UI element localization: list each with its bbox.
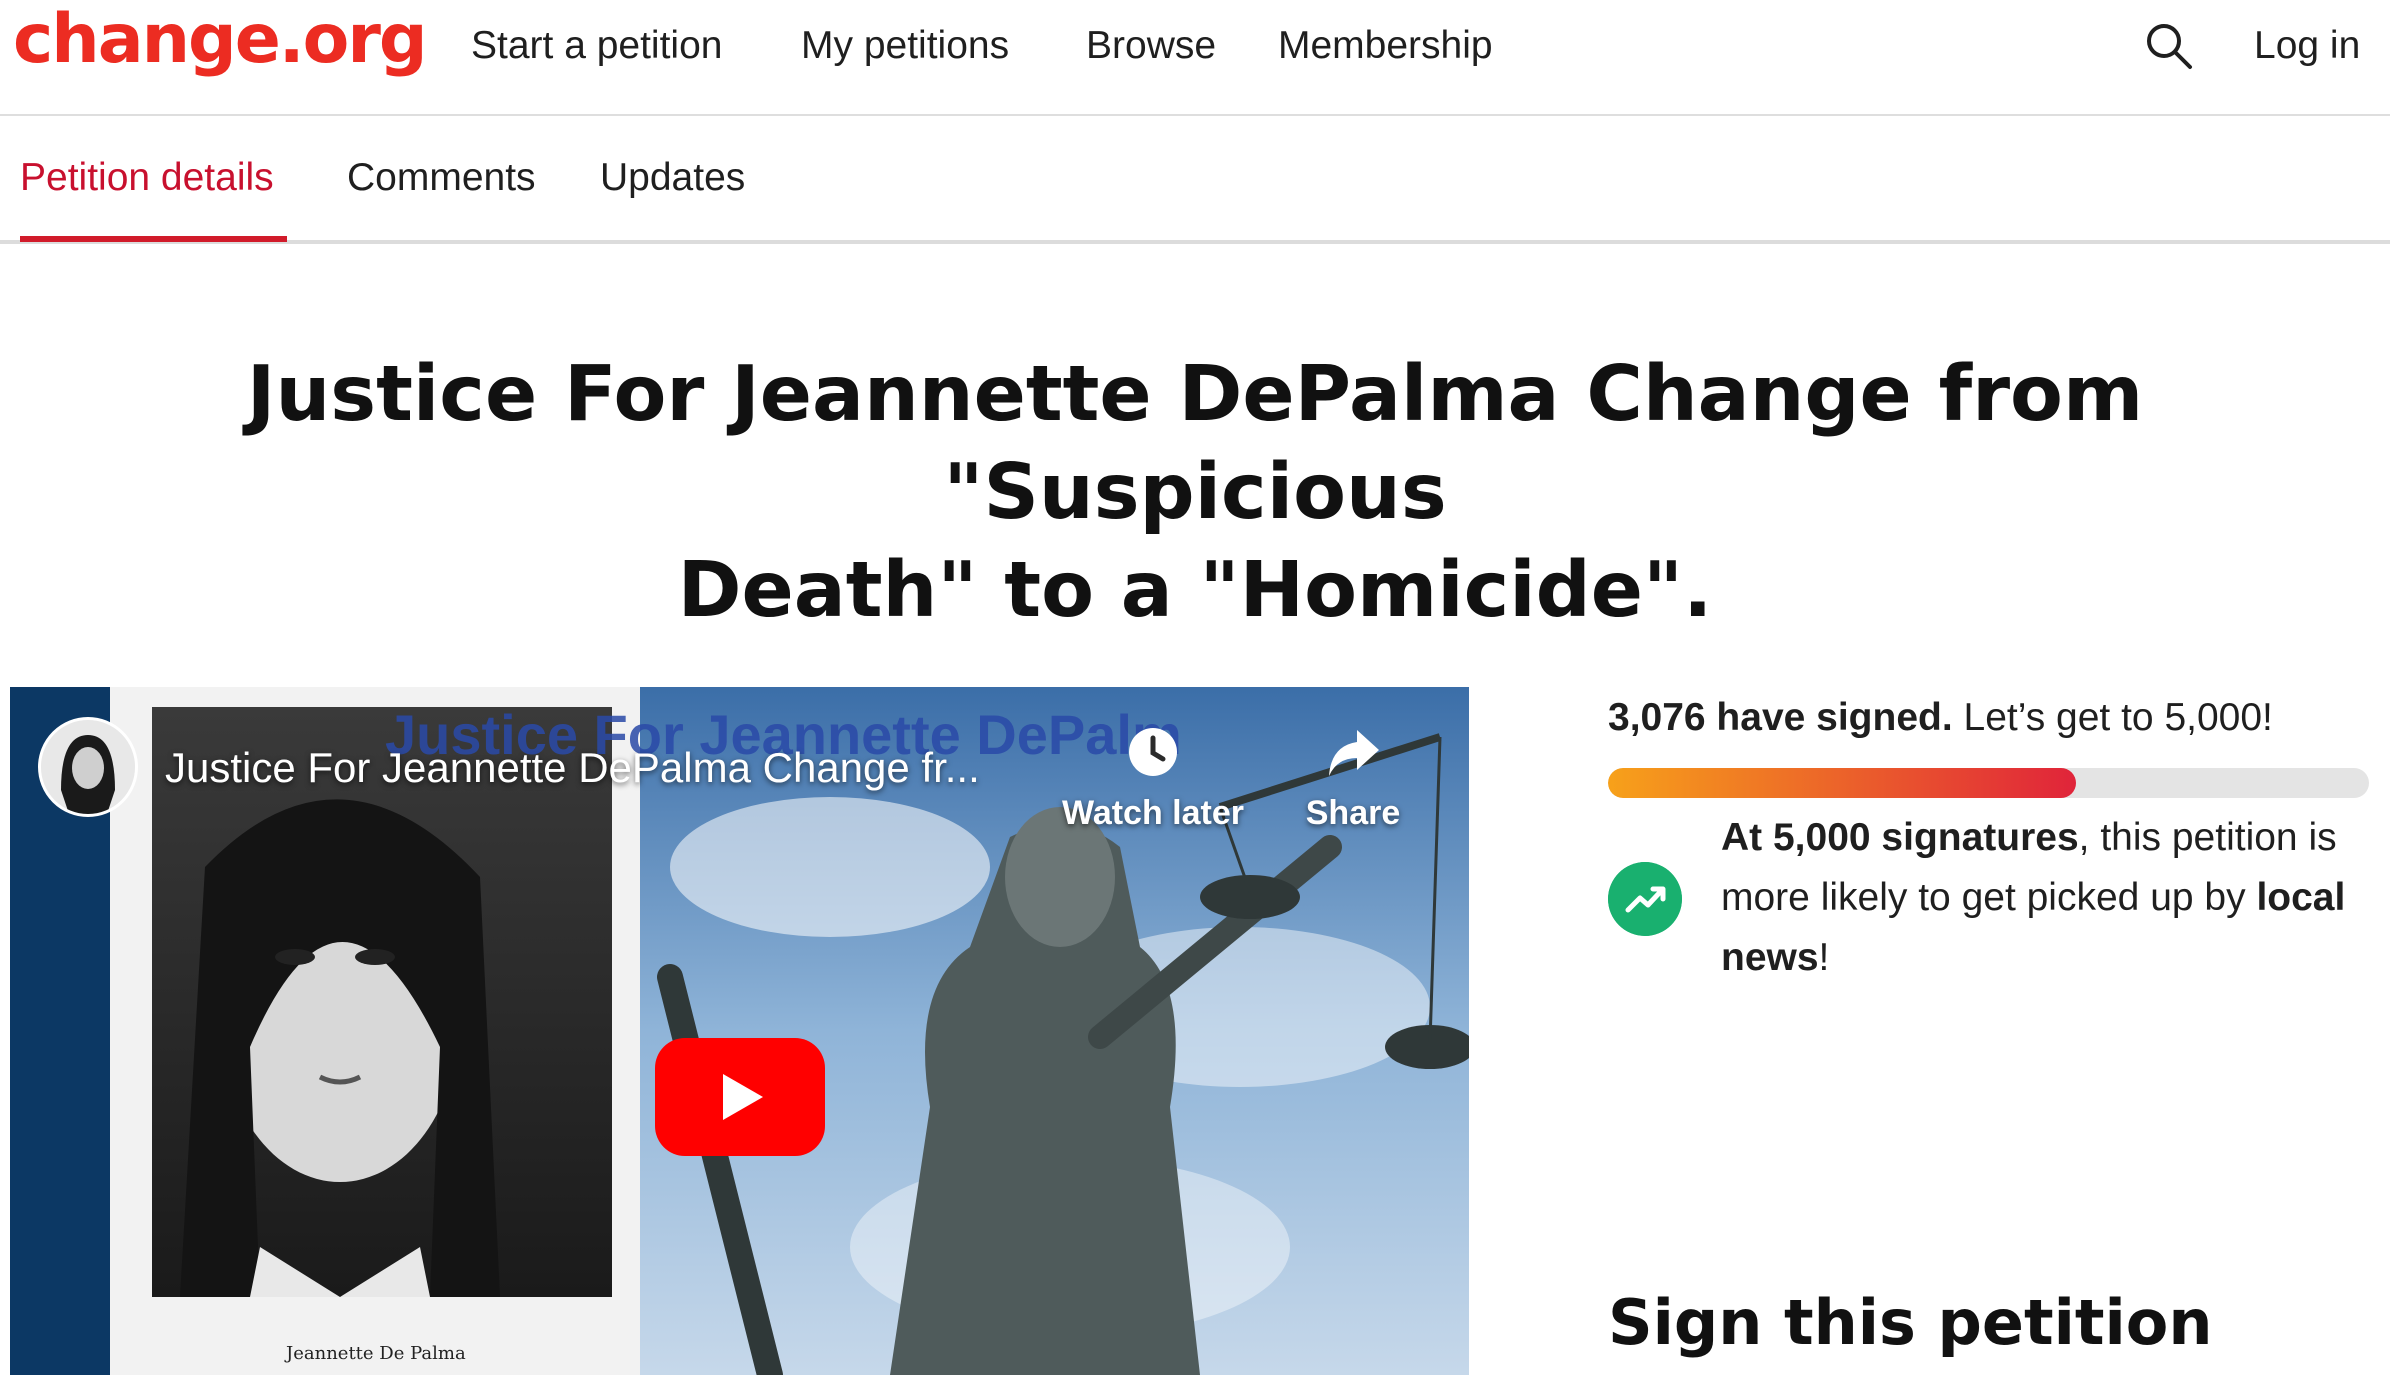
youtube-play-icon[interactable] [655,1038,825,1156]
video-title[interactable]: Justice For Jeannette DePalma Change fr.… [165,740,980,796]
search-icon[interactable] [2143,20,2195,72]
signature-progress-bar [1608,768,2369,798]
clock-icon [1129,728,1177,776]
photo-caption: Jeannette De Palma [286,1343,466,1364]
change-org-logo[interactable]: change.org [13,0,428,80]
nav-my-petitions[interactable]: My petitions [801,20,1009,72]
nav-browse[interactable]: Browse [1086,20,1216,72]
milestone-end: ! [1818,936,1830,979]
petition-title-line-1: Justice For Jeannette DePalma Change fro… [246,350,2144,537]
sign-petition-heading: Sign this petition [1608,1286,2213,1359]
tab-petition-details[interactable]: Petition details [20,152,274,204]
milestone-message: At 5,000 signatures, this petition is mo… [1721,808,2361,988]
top-navigation-bar: change.org Start a petition My petitions… [0,0,2390,116]
milestone-bold: At 5,000 signatures [1721,816,2079,859]
nav-start-petition[interactable]: Start a petition [471,20,722,72]
signature-goal-label: Let’s get to 5,000! [1963,696,2273,739]
nav-membership[interactable]: Membership [1278,20,1493,72]
login-link[interactable]: Log in [2254,20,2360,72]
tab-updates[interactable]: Updates [600,152,745,204]
signature-count-label: 3,076 have signed. [1608,696,1953,739]
share-arrow-icon [1329,730,1379,776]
trending-up-icon [1608,862,1682,936]
active-tab-indicator [20,236,287,242]
petition-tabs: Petition details Comments Updates [0,116,2390,244]
petition-video-player[interactable]: Justice For Jeannette DePalm Justice For… [10,687,1469,1375]
avatar-portrait [41,720,135,814]
watch-later-button[interactable]: Watch later [1053,722,1253,842]
channel-avatar[interactable] [38,717,138,817]
signature-count: 3,076 have signed. Let’s get to 5,000! [1608,692,2273,744]
watch-later-label: Watch later [1061,794,1244,832]
petition-title: Justice For Jeannette DePalma Change fro… [40,346,2350,640]
signature-progress-fill [1608,768,2077,798]
share-label: Share [1305,794,1401,832]
share-button[interactable]: Share [1293,722,1413,842]
tab-comments[interactable]: Comments [347,152,536,204]
petition-title-line-2: Death" to a "Homicide". [677,546,1713,635]
